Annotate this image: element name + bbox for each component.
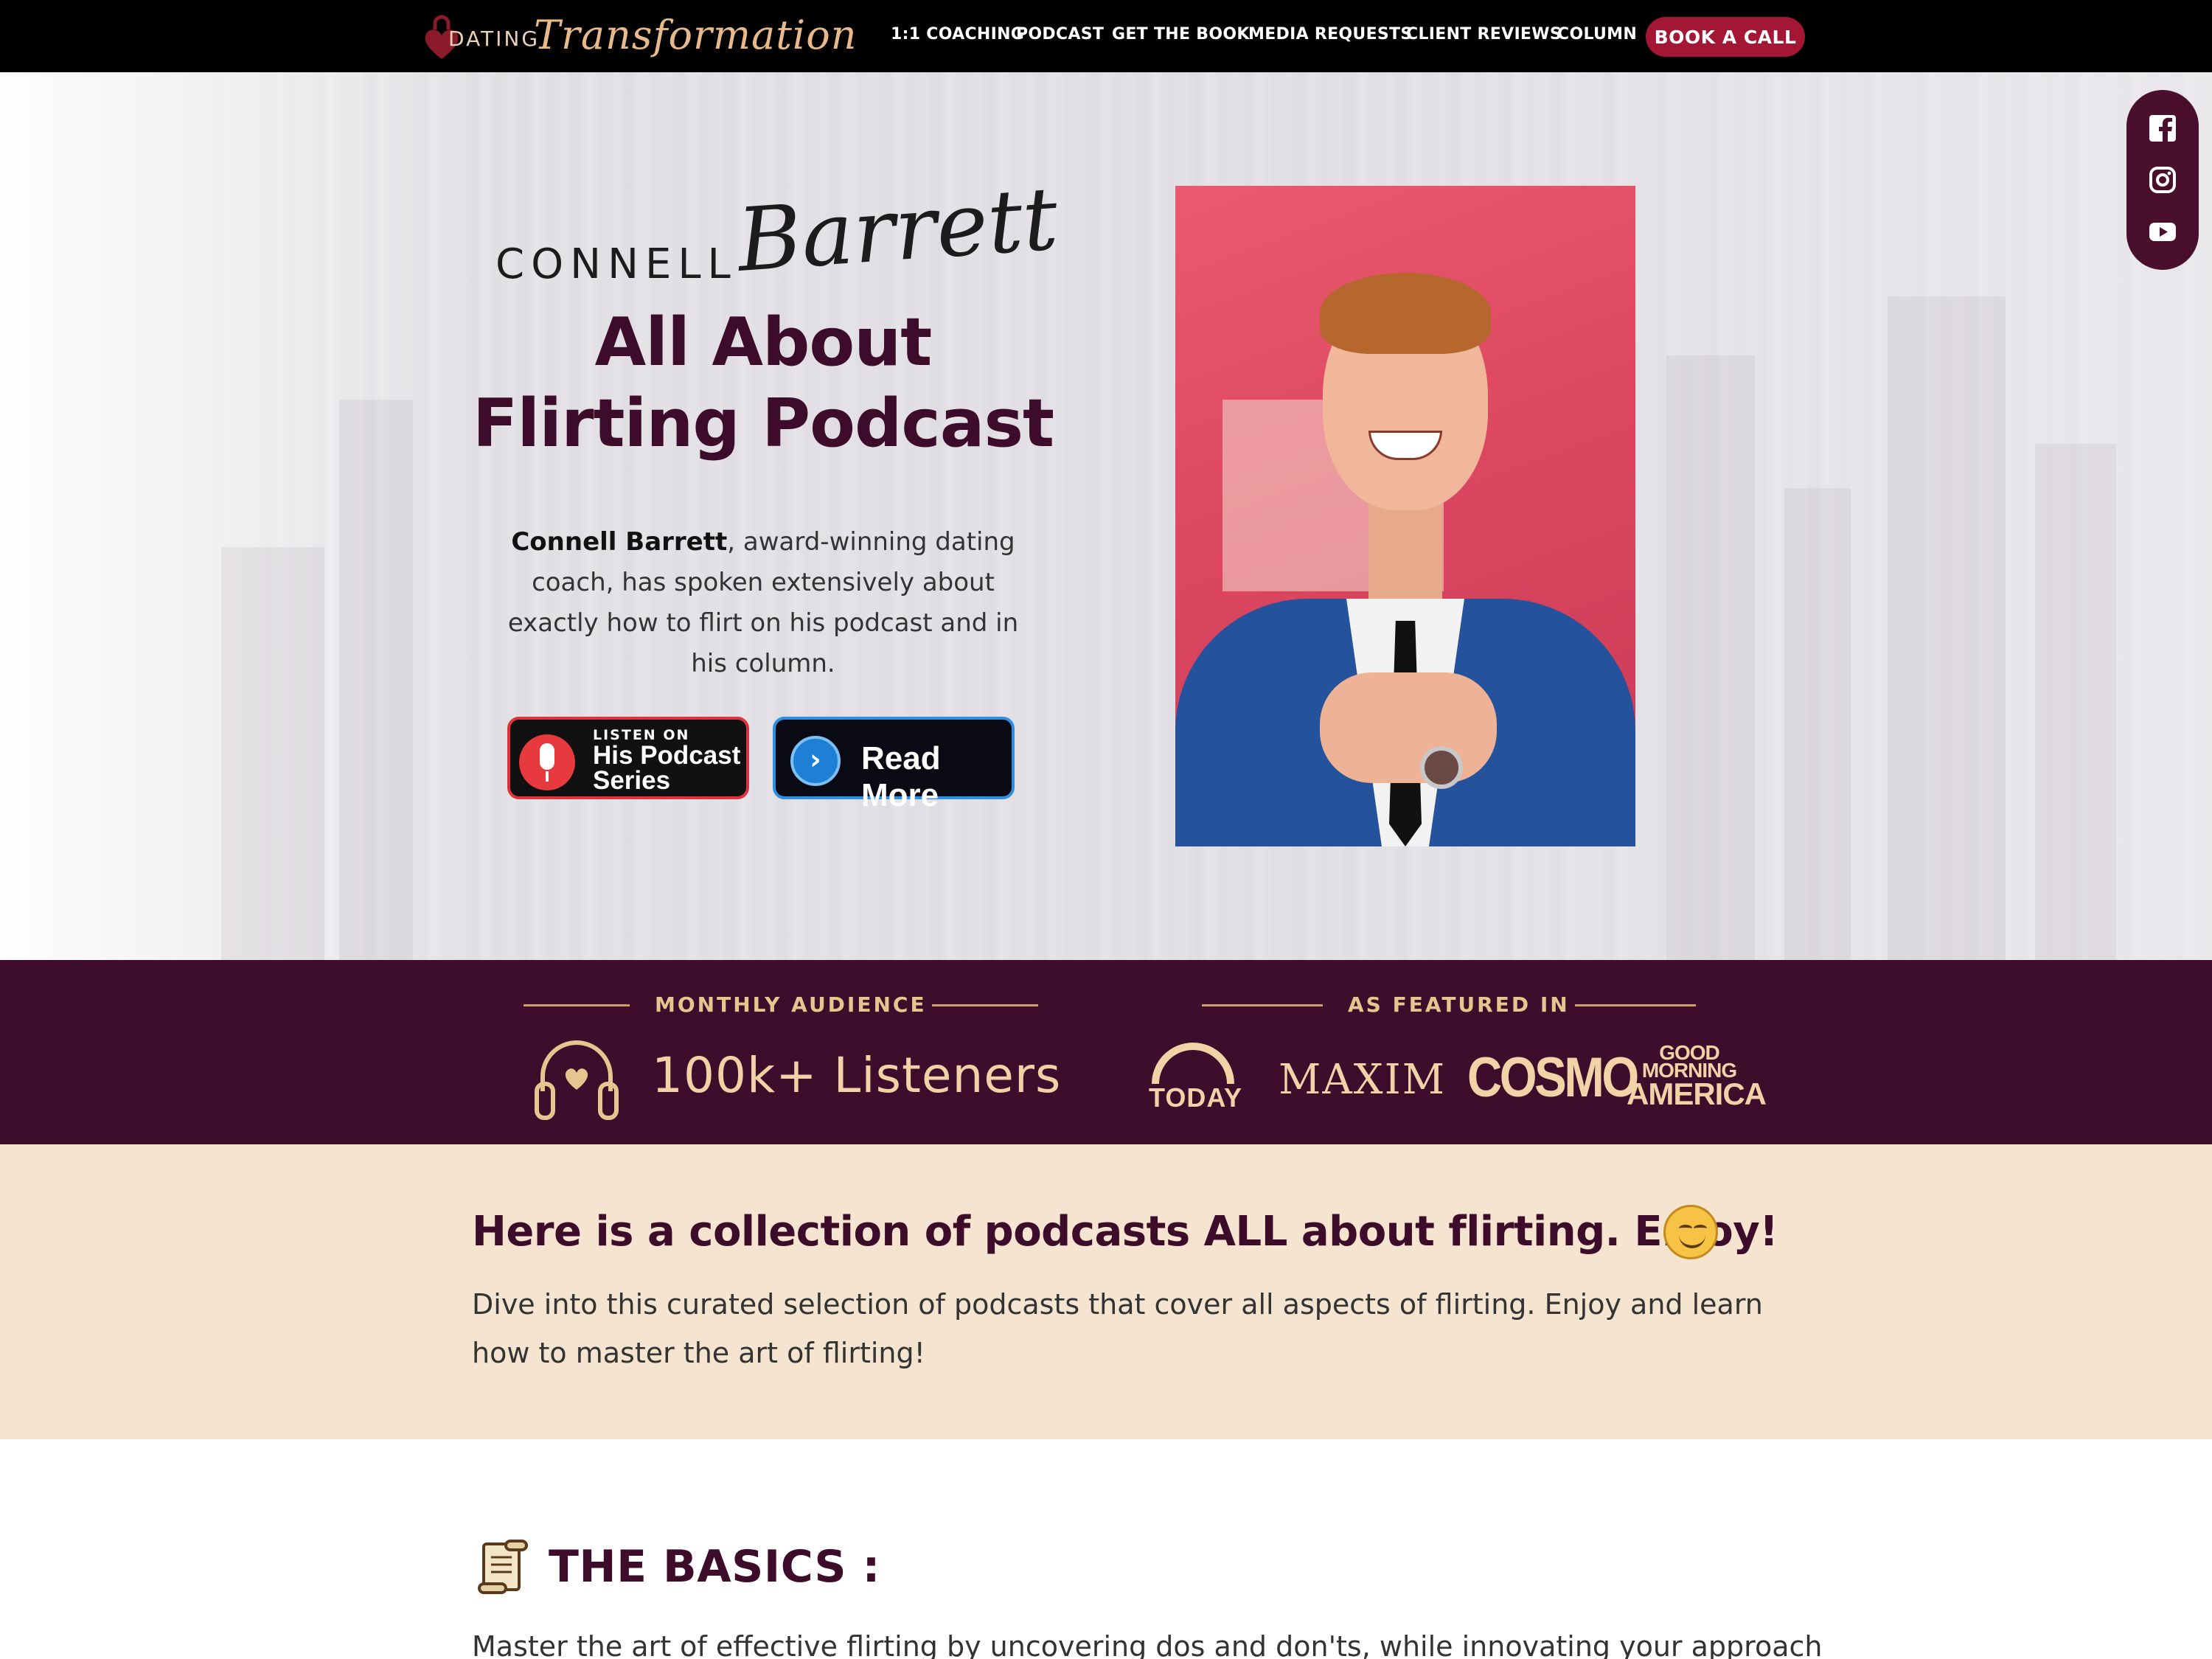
nav-item-coaching[interactable]: 1:1 COACHING [891, 25, 1024, 44]
logo-script: Transformation [534, 12, 858, 58]
connell-barrett-photo [1175, 186, 1635, 846]
hero-description: Connell Barrett, award-winning dating co… [501, 522, 1025, 684]
stats-band: MONTHLY AUDIENCE 100k+ Listeners AS FEAT… [0, 960, 2212, 1144]
arrow-right-circle-icon: › [790, 736, 841, 786]
nav-item-media-requests[interactable]: MEDIA REQUESTS [1248, 25, 1413, 44]
podcast-button-label: His Podcast Series [593, 741, 741, 795]
social-links [2126, 90, 2199, 270]
divider [524, 1004, 630, 1006]
read-more-label: Read More [861, 740, 941, 813]
city-building [221, 547, 324, 960]
hero-title-line2: Flirting Podcast [472, 385, 1054, 462]
nav-item-book[interactable]: GET THE BOOK [1112, 25, 1250, 44]
signature-last-name: Barrett [734, 167, 1061, 291]
scroll-emoji-icon [478, 1540, 528, 1594]
cosmo-logo: COSMO [1467, 1046, 1639, 1109]
intro-description: Dive into this curated selection of podc… [472, 1288, 1763, 1369]
microphone-icon [519, 734, 575, 790]
connell-barrett-signature: CONNELL Barrett [494, 167, 1061, 308]
hero-section [0, 72, 2212, 960]
intro-title: Here is a collection of podcasts ALL abo… [472, 1208, 1778, 1256]
basics-title: THE BASICS : [549, 1541, 880, 1593]
basics-description: Master the art of effective flirting by … [472, 1630, 1823, 1659]
gma-logo: GOOD MORNING AMERICA [1627, 1043, 1767, 1111]
nav-item-client-reviews[interactable]: CLIENT REVIEWS [1406, 25, 1562, 44]
divider [1202, 1004, 1323, 1006]
youtube-icon[interactable] [2149, 218, 2176, 245]
today-logo: TODAY [1149, 1082, 1243, 1113]
facebook-icon[interactable] [2149, 115, 2176, 142]
nav-item-column[interactable]: COLUMN [1557, 25, 1637, 44]
city-building [1666, 355, 1755, 960]
read-more-button[interactable]: › Read More [773, 717, 1015, 813]
listen-podcast-button[interactable]: LISTEN ON His Podcast Series [507, 717, 749, 799]
instagram-icon[interactable] [2149, 167, 2176, 193]
city-building [1784, 488, 1851, 960]
signature-first-name: CONNELL [495, 240, 737, 288]
top-nav: DATING Transformation 1:1 COACHING PODCA… [0, 0, 2212, 72]
divider [1575, 1004, 1696, 1006]
hero-desc-name: Connell Barrett [511, 527, 728, 557]
smiley-emoji-icon [1663, 1205, 1718, 1259]
hero-title-line1: All About [594, 304, 933, 381]
featured-heading: AS FEATURED IN [1348, 992, 1570, 1017]
intro-section: Here is a collection of podcasts ALL abo… [0, 1144, 2212, 1439]
maxim-logo: MAXIM [1279, 1056, 1447, 1104]
book-a-call-button[interactable]: BOOK A CALL [1646, 17, 1805, 57]
divider [932, 1004, 1038, 1006]
gma-line3: AMERICA [1627, 1077, 1767, 1111]
headphones-heart-icon [535, 1040, 619, 1120]
city-building [1888, 296, 2006, 960]
nav-item-podcast[interactable]: PODCAST [1016, 25, 1104, 44]
site-logo[interactable]: DATING Transformation [423, 10, 857, 62]
today-sun-icon [1152, 1043, 1234, 1084]
audience-value: 100k+ Listeners [652, 1047, 1062, 1104]
logo-word: DATING [448, 27, 540, 51]
audience-heading: MONTHLY AUDIENCE [655, 992, 927, 1017]
hero-title: All About Flirting Podcast [465, 302, 1062, 465]
city-building [339, 400, 413, 960]
city-building [2035, 444, 2116, 960]
